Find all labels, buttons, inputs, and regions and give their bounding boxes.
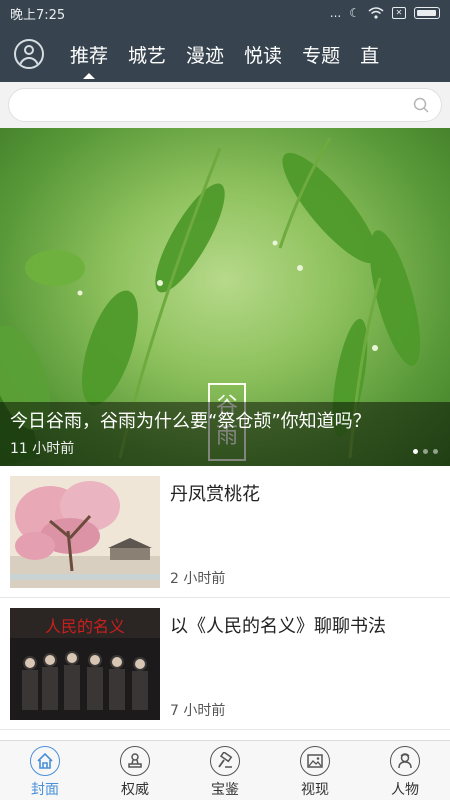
article-time: 7 小时前: [170, 703, 226, 719]
bottom-nav-authority[interactable]: 权威: [90, 741, 180, 800]
tab-wander[interactable]: 漫迹: [176, 26, 234, 82]
bottom-nav-label: 宝鉴: [211, 782, 239, 798]
bottom-nav-label: 权威: [121, 782, 149, 798]
top-nav: 推荐 城艺 漫迹 悦读 专题 直: [0, 26, 450, 82]
search-input[interactable]: [9, 89, 441, 121]
moon-icon: ☾: [349, 6, 360, 20]
bottom-nav-label: 视现: [301, 782, 329, 798]
bottom-nav-label: 封面: [31, 782, 59, 798]
channel-tabs: 推荐 城艺 漫迹 悦读 专题 直: [60, 26, 389, 82]
sim-icon: ✕: [392, 7, 406, 19]
carousel-dot: [413, 449, 418, 454]
status-time: 晚上7:25: [10, 7, 66, 23]
wifi-icon: [368, 7, 384, 19]
carousel-dot: [433, 449, 438, 454]
search-bar: [0, 82, 450, 128]
picture-icon: [300, 746, 330, 776]
tab-live[interactable]: 直: [350, 26, 389, 82]
home-icon: [30, 746, 60, 776]
bottom-nav-treasure[interactable]: 宝鉴: [180, 741, 270, 800]
hero-banner[interactable]: 谷 雨 今日谷雨，谷雨为什么要“祭仓颉”你知道吗？ 11 小时前: [0, 128, 450, 466]
status-icons: ... ☾ ✕: [330, 6, 440, 20]
hero-title[interactable]: 今日谷雨，谷雨为什么要“祭仓颉”你知道吗？: [10, 408, 440, 436]
battery-icon: [414, 7, 440, 19]
list-item[interactable]: 人民的名义 以《人民的名义》聊聊书法 7 小时前: [0, 598, 450, 730]
peach-blossom-image: [10, 476, 160, 588]
signal-dots-icon: ...: [329, 6, 342, 20]
bottom-nav-label: 人物: [391, 782, 419, 798]
search-box[interactable]: [8, 88, 442, 122]
tab-topics[interactable]: 专题: [292, 26, 350, 82]
article-time: 2 小时前: [170, 571, 226, 587]
tab-city-art[interactable]: 城艺: [118, 26, 176, 82]
article-thumbnail: 人民的名义: [10, 608, 160, 720]
article-thumbnail: [10, 476, 160, 588]
tab-recommend[interactable]: 推荐: [60, 26, 118, 82]
poster-title-text: 人民的名义: [45, 617, 125, 636]
drama-poster-image: 人民的名义: [10, 608, 160, 720]
bottom-nav-visual[interactable]: 视现: [270, 741, 360, 800]
hero-caption: 今日谷雨，谷雨为什么要“祭仓颉”你知道吗？ 11 小时前: [0, 402, 450, 466]
seal-icon: [120, 746, 150, 776]
bottom-nav-cover[interactable]: 封面: [0, 741, 90, 800]
article-title[interactable]: 丹凤赏桃花: [170, 480, 260, 506]
bottom-nav-people[interactable]: 人物: [360, 741, 450, 800]
tab-reading[interactable]: 悦读: [234, 26, 292, 82]
avatar-icon[interactable]: [14, 39, 44, 69]
hero-time: 11 小时前: [10, 441, 75, 457]
article-title[interactable]: 以《人民的名义》聊聊书法: [170, 612, 386, 638]
gavel-icon: [210, 746, 240, 776]
bottom-nav: 封面 权威 宝鉴 视现 人物: [0, 740, 450, 800]
person-icon: [390, 746, 420, 776]
search-icon[interactable]: [413, 97, 429, 113]
list-item[interactable]: 丹凤赏桃花 2 小时前: [0, 466, 450, 598]
carousel-indicator: [413, 449, 438, 454]
carousel-dot: [423, 449, 428, 454]
status-bar: 晚上7:25 ... ☾ ✕: [0, 0, 450, 26]
